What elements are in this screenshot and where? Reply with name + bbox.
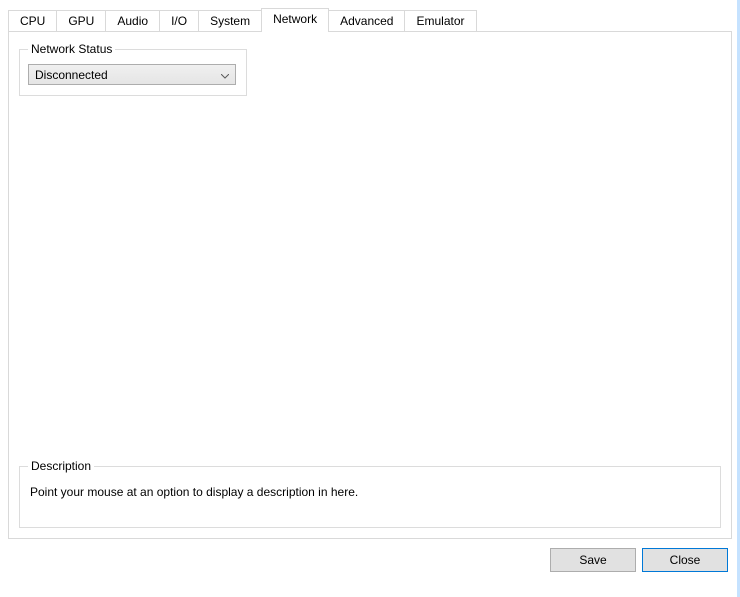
tab-cpu[interactable]: CPU <box>8 10 57 32</box>
save-button[interactable]: Save <box>550 548 636 572</box>
tab-bar: CPU GPU Audio I/O System Network Advance… <box>0 0 740 32</box>
network-status-value: Disconnected <box>35 68 108 82</box>
description-group: Description Point your mouse at an optio… <box>19 459 721 528</box>
description-text: Point your mouse at an option to display… <box>28 481 712 517</box>
close-button[interactable]: Close <box>642 548 728 572</box>
network-status-label: Network Status <box>28 42 115 56</box>
dialog-button-row: Save Close <box>0 548 740 584</box>
tab-emulator[interactable]: Emulator <box>404 10 476 32</box>
tab-network[interactable]: Network <box>261 8 329 32</box>
tab-io[interactable]: I/O <box>159 10 199 32</box>
chevron-down-icon <box>221 68 229 82</box>
tab-panel-network: Network Status Disconnected Description … <box>8 31 732 539</box>
description-label: Description <box>28 459 94 473</box>
tab-gpu[interactable]: GPU <box>56 10 106 32</box>
network-status-group: Network Status Disconnected <box>19 42 247 96</box>
network-status-select[interactable]: Disconnected <box>28 64 236 85</box>
tab-advanced[interactable]: Advanced <box>328 10 405 32</box>
tab-system[interactable]: System <box>198 10 262 32</box>
tab-audio[interactable]: Audio <box>105 10 160 32</box>
